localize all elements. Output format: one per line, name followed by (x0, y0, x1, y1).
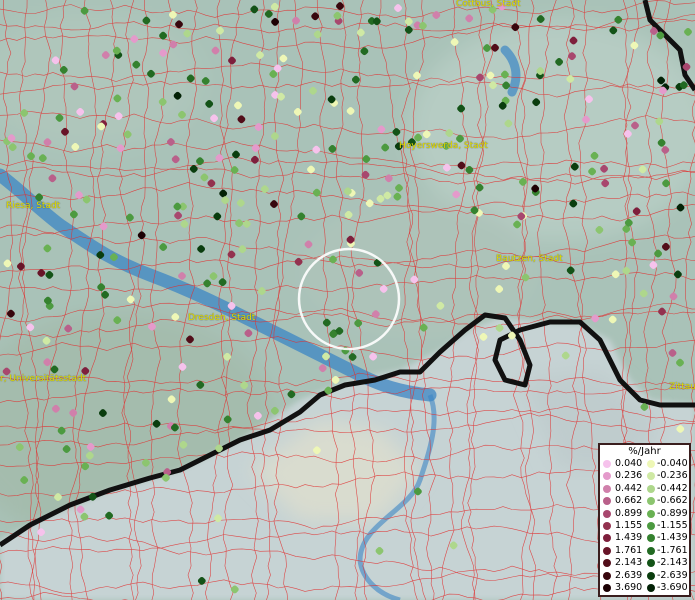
legend-row: 0.899 -0.899 (600, 508, 689, 520)
legend-title: %/Jahr (628, 446, 661, 457)
city-label-bautzen: Bautzen, Stadt (496, 254, 563, 264)
legend-swatch-negative (647, 484, 655, 493)
legend-row: 3.690 -3.690 (600, 582, 689, 594)
city-label-cottbus: Cottbus, Stadt (456, 0, 521, 9)
legend-value-positive: 1.761 (615, 544, 643, 556)
legend-swatch-positive (603, 472, 611, 481)
legend-swatch-positive (603, 509, 611, 518)
legend-value-negative: -1.155 (657, 519, 688, 531)
legend-value-negative: -0.442 (657, 482, 688, 494)
legend-swatch-negative (647, 472, 655, 481)
legend-value-positive: 1.439 (615, 532, 643, 544)
legend-swatch-negative (647, 546, 655, 555)
legend-value-positive: 0.899 (615, 507, 643, 519)
city-label-dresden: Dresden, Stadt (188, 313, 256, 323)
map-canvas[interactable] (0, 0, 695, 600)
legend-swatch-positive (603, 571, 611, 580)
legend-row: 0.662 -0.662 (600, 495, 689, 507)
legend-row: 1.155 -1.155 (600, 520, 689, 532)
legend-value-positive: 0.662 (615, 495, 643, 507)
city-label-riesa: Riesa, Stadt (6, 201, 61, 211)
legend-row: 2.143 -2.143 (600, 557, 689, 569)
legend-swatch-positive (603, 546, 611, 555)
legend-swatch-negative (647, 497, 655, 506)
legend-swatch-positive (603, 534, 611, 543)
legend-value-positive: 1.155 (615, 519, 643, 531)
city-label-zittau: Zittau (669, 382, 695, 392)
legend-value-negative: -3.690 (657, 581, 688, 593)
legend-value-positive: 0.236 (615, 470, 643, 482)
legend-row: 1.761 -1.761 (600, 545, 689, 557)
city-label-universitaetsstadt: r, Universitätsstadt (0, 374, 87, 384)
legend-value-positive: 2.639 (615, 569, 643, 581)
legend-swatch-negative (647, 534, 655, 543)
legend-value-negative: -0.899 (657, 507, 688, 519)
legend-swatch-positive (603, 460, 611, 468)
legend-value-negative: -1.761 (657, 544, 688, 556)
legend: %/Jahr 0.040 -0.040 0.236 -0.236 0.442 -0.442… (598, 443, 691, 597)
legend-swatch-negative (647, 460, 655, 468)
legend-swatch-positive (603, 484, 611, 493)
legend-swatch-negative (647, 571, 655, 580)
legend-value-negative: -1.439 (657, 532, 688, 544)
legend-value-negative: -2.639 (657, 569, 688, 581)
legend-swatch-negative (647, 583, 655, 592)
legend-row: 0.442 -0.442 (600, 483, 689, 495)
city-label-hoyerswerda: Hoyerswerda, Stadt (399, 141, 488, 151)
legend-swatch-negative (647, 521, 655, 530)
legend-swatch-positive (603, 583, 611, 592)
legend-value-positive: 2.143 (615, 557, 643, 569)
legend-swatch-negative (647, 509, 655, 518)
legend-swatch-positive (603, 521, 611, 530)
legend-swatch-positive (603, 497, 611, 506)
legend-row: 0.040 -0.040 (600, 458, 689, 470)
legend-value-positive: 3.690 (615, 581, 643, 593)
legend-swatch-positive (603, 559, 611, 568)
legend-value-positive: 0.442 (615, 482, 643, 494)
legend-value-positive: 0.040 (615, 458, 643, 469)
legend-row: 1.439 -1.439 (600, 532, 689, 544)
legend-swatch-negative (647, 559, 655, 568)
legend-value-negative: -0.662 (657, 495, 688, 507)
legend-value-negative: -0.236 (657, 470, 688, 482)
legend-row: 2.639 -2.639 (600, 570, 689, 582)
legend-rows: 0.040 -0.040 0.236 -0.236 0.442 -0.442 0.662 -0… (600, 458, 689, 594)
legend-value-negative: -0.040 (657, 458, 688, 469)
legend-value-negative: -2.143 (657, 557, 688, 569)
legend-row: 0.236 -0.236 (600, 470, 689, 482)
